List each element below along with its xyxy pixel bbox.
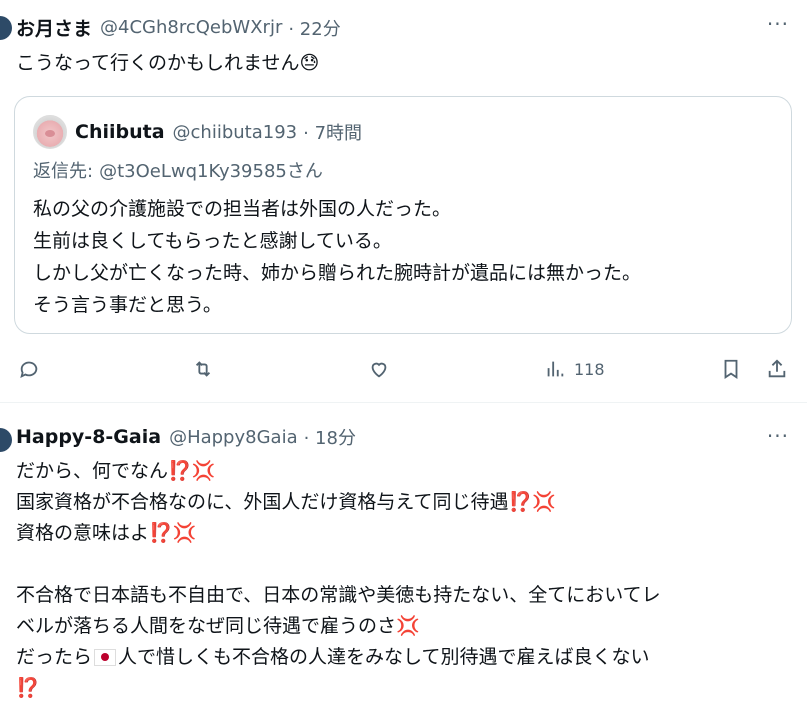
retweet-icon — [195, 361, 211, 377]
quote-line: 生前は良くしてもらったと感謝している。 — [33, 230, 392, 252]
more-options-icon[interactable]: ··· — [767, 424, 789, 448]
quote-text: 私の父の介護施設での担当者は外国の人だった。 生前は良くしてもらったと感謝してい… — [33, 193, 641, 321]
avatar — [33, 115, 67, 149]
author-name[interactable]: Happy-8-Gaia — [16, 426, 161, 448]
anger-icon: 💢 — [396, 615, 420, 637]
text-segment: 人で惜しくも不合格の人達をみなして別待遇で雇えば良くない — [118, 646, 650, 668]
tweet-text: こうなって行くのかもしれません😓 — [16, 52, 320, 74]
quote-author-handle: @chiibuta193 — [172, 121, 298, 143]
exclamation-question-icon: ⁉️ — [149, 522, 173, 544]
quote-line: そう言う事だと思う。 — [33, 294, 222, 316]
quote-line: 私の父の介護施設での担当者は外国の人だった。 — [33, 198, 452, 220]
quoted-tweet[interactable]: Chiibuta @chiibuta193 · 7時間 返信先: @t3OeLw… — [14, 96, 792, 334]
bookmark-icon — [724, 359, 738, 379]
reply-context: 返信先: @t3OeLwq1Ky39585さん — [33, 157, 323, 183]
tweet-line: だから、何でなん⁉️💢 — [16, 456, 661, 487]
exclamation-question-icon: ⁉️ — [168, 460, 192, 482]
tweet-line: だったら 人で惜しくも不合格の人達をみなして別待遇で雇えば良くない — [16, 642, 661, 673]
anger-icon: 💢 — [532, 491, 556, 513]
reply-button[interactable] — [18, 354, 40, 384]
tweet-time[interactable]: · 22分 — [288, 15, 340, 41]
reply-to-handle: @t3OeLwq1Ky39585さん — [99, 161, 323, 182]
quote-line: しかし父が亡くなった時、姉から贈られた腕時計が遺品には無かった。 — [33, 262, 642, 284]
reply-icon — [20, 361, 38, 379]
exclamation-question-icon: ⁉️ — [508, 491, 533, 513]
tweet-line: 国家資格が不合格なのに、外国人だけ資格与えて同じ待遇⁉️💢 — [16, 487, 661, 518]
tweet-line: 資格の意味はよ⁉️💢 — [16, 518, 661, 549]
text-segment: 国家資格が不合格なのに、外国人だけ資格与えて同じ待遇 — [16, 491, 509, 513]
share-button[interactable] — [766, 354, 788, 384]
reply-prefix: 返信先: — [33, 161, 94, 182]
tweet-header: お月さま @4CGh8rcQebWXrjr · 22分 — [16, 14, 341, 41]
japan-flag-icon — [94, 649, 117, 666]
quote-header: Chiibuta @chiibuta193 · 7時間 — [33, 115, 362, 149]
action-bar: 118 — [0, 354, 807, 384]
more-options-icon[interactable]: ··· — [767, 12, 789, 36]
author-handle[interactable]: @4CGh8rcQebWXrjr — [100, 17, 282, 38]
exclamation-question-icon: ⁉️ — [16, 677, 40, 699]
text-segment: 資格の意味はよ — [16, 522, 150, 544]
avatar[interactable] — [0, 16, 12, 40]
heart-icon — [371, 362, 387, 378]
text-segment: だから、何でなん — [16, 460, 169, 482]
author-handle[interactable]: @Happy8Gaia — [169, 427, 298, 448]
views-button[interactable]: 118 — [544, 354, 605, 384]
views-icon — [547, 361, 564, 377]
bookmark-button[interactable] — [720, 354, 742, 384]
quote-author-name: Chiibuta — [75, 121, 165, 143]
tweet-header: Happy-8-Gaia @Happy8Gaia · 18分 — [16, 424, 356, 450]
retweet-button[interactable] — [192, 354, 214, 384]
like-button[interactable] — [368, 354, 390, 384]
divider — [0, 402, 807, 403]
tweet-line: ベルが落ちる人間をなぜ同じ待遇で雇うのさ💢 — [16, 611, 661, 642]
author-name[interactable]: お月さま — [16, 14, 92, 41]
anger-icon: 💢 — [191, 460, 216, 482]
tweet-line: ⁉️ — [16, 673, 661, 704]
views-count: 118 — [574, 359, 605, 379]
avatar[interactable] — [0, 428, 12, 452]
tweet-line: 不合格で日本語も不自由で、日本の常識や美徳も持たない、全てにおいてレ — [16, 584, 661, 606]
anger-icon: 💢 — [172, 522, 197, 544]
text-segment: ベルが落ちる人間をなぜ同じ待遇で雇うのさ — [16, 615, 397, 637]
tweet-time[interactable]: · 18分 — [304, 424, 356, 450]
text-segment: だったら — [16, 646, 93, 668]
share-icon — [768, 359, 786, 378]
quote-time: · 7時間 — [303, 123, 363, 144]
tweet-text: だから、何でなん⁉️💢 国家資格が不合格なのに、外国人だけ資格与えて同じ待遇⁉️… — [16, 456, 661, 704]
